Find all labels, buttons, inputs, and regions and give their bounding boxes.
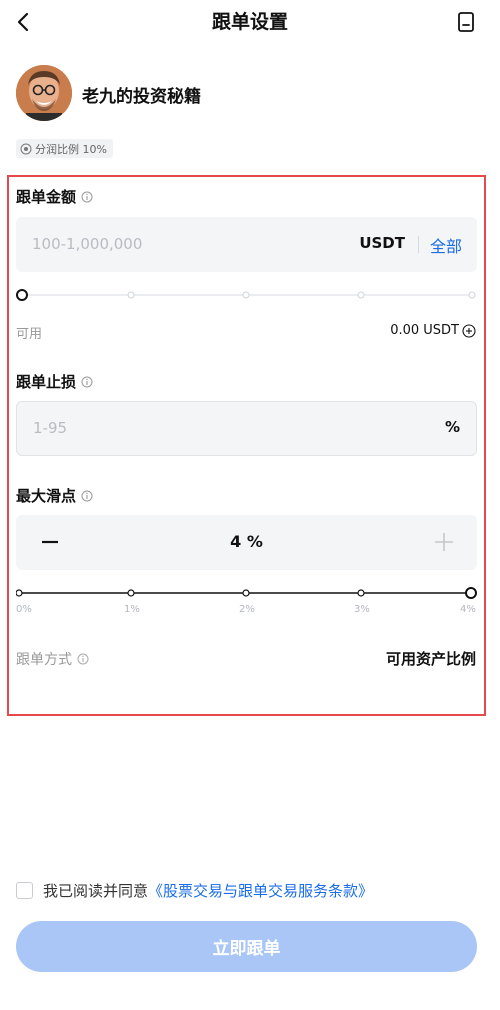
stop-loss-unit: % [444, 418, 460, 436]
amount-label: 跟单金额 [16, 188, 77, 206]
amount-slider[interactable] [16, 285, 477, 305]
plus-icon[interactable] [431, 529, 457, 555]
amount-label-row: 跟单金额 [16, 186, 93, 207]
plus-circle-icon[interactable] [462, 323, 476, 338]
available-value: 0.00 USDT [390, 323, 459, 338]
stop-loss-placeholder: 1-95 [33, 419, 68, 437]
stop-loss-label-row: 跟单止损 [16, 371, 93, 392]
profit-share-badge: 分润比例 10% [16, 139, 113, 158]
amount-unit: USDT [359, 234, 405, 252]
copy-mode-label-row: 跟单方式 [16, 649, 89, 669]
agreement-row: 我已阅读并同意 《股票交易与跟单交易服务条款》 [16, 880, 373, 901]
profit-share-text: 分润比例 10% [35, 142, 107, 156]
tick-label: 4% [460, 604, 476, 615]
slippage-label-row: 最大滑点 [16, 485, 93, 506]
slippage-slider-handle[interactable] [465, 587, 477, 599]
trader-name: 老九的投资秘籍 [82, 87, 201, 107]
tick-label: 3% [354, 604, 370, 615]
terms-link[interactable]: 《股票交易与跟单交易服务条款》 [148, 880, 373, 901]
agreement-checkbox[interactable] [16, 882, 33, 899]
slippage-value: 4 % [230, 532, 263, 551]
tick-label: 0% [16, 604, 32, 615]
info-icon[interactable] [81, 191, 93, 203]
tick-label: 1% [124, 604, 140, 615]
copy-trade-button[interactable]: 立即跟单 [16, 921, 477, 972]
available-balance: 0.00 USDT [390, 323, 476, 338]
copy-mode-value[interactable]: 可用资产比例 [386, 648, 476, 669]
agreement-text: 我已阅读并同意 [43, 882, 149, 900]
tick-label: 2% [239, 604, 255, 615]
copy-mode-label: 跟单方式 [16, 652, 72, 668]
available-label: 可用 [16, 327, 43, 342]
info-icon[interactable] [81, 376, 93, 388]
avatar[interactable] [16, 65, 72, 121]
amount-slider-handle[interactable] [16, 289, 28, 301]
stop-loss-input[interactable]: 1-95 % [16, 401, 477, 456]
amount-placeholder: 100-1,000,000 [32, 235, 143, 253]
book-icon[interactable] [454, 10, 478, 34]
stop-loss-label: 跟单止损 [16, 373, 77, 391]
all-amount-button[interactable]: 全部 [430, 233, 462, 257]
slippage-stepper[interactable]: 4 % [16, 515, 477, 570]
page-title: 跟单设置 [211, 11, 288, 33]
slippage-slider[interactable] [16, 583, 477, 603]
info-icon[interactable] [81, 490, 93, 502]
amount-input[interactable]: 100-1,000,000 USDT 全部 [16, 217, 477, 272]
info-icon[interactable] [77, 653, 89, 665]
unit-divider [418, 236, 419, 253]
header: 跟单设置 [0, 0, 500, 44]
share-icon [20, 143, 32, 154]
slippage-label: 最大滑点 [16, 487, 77, 505]
